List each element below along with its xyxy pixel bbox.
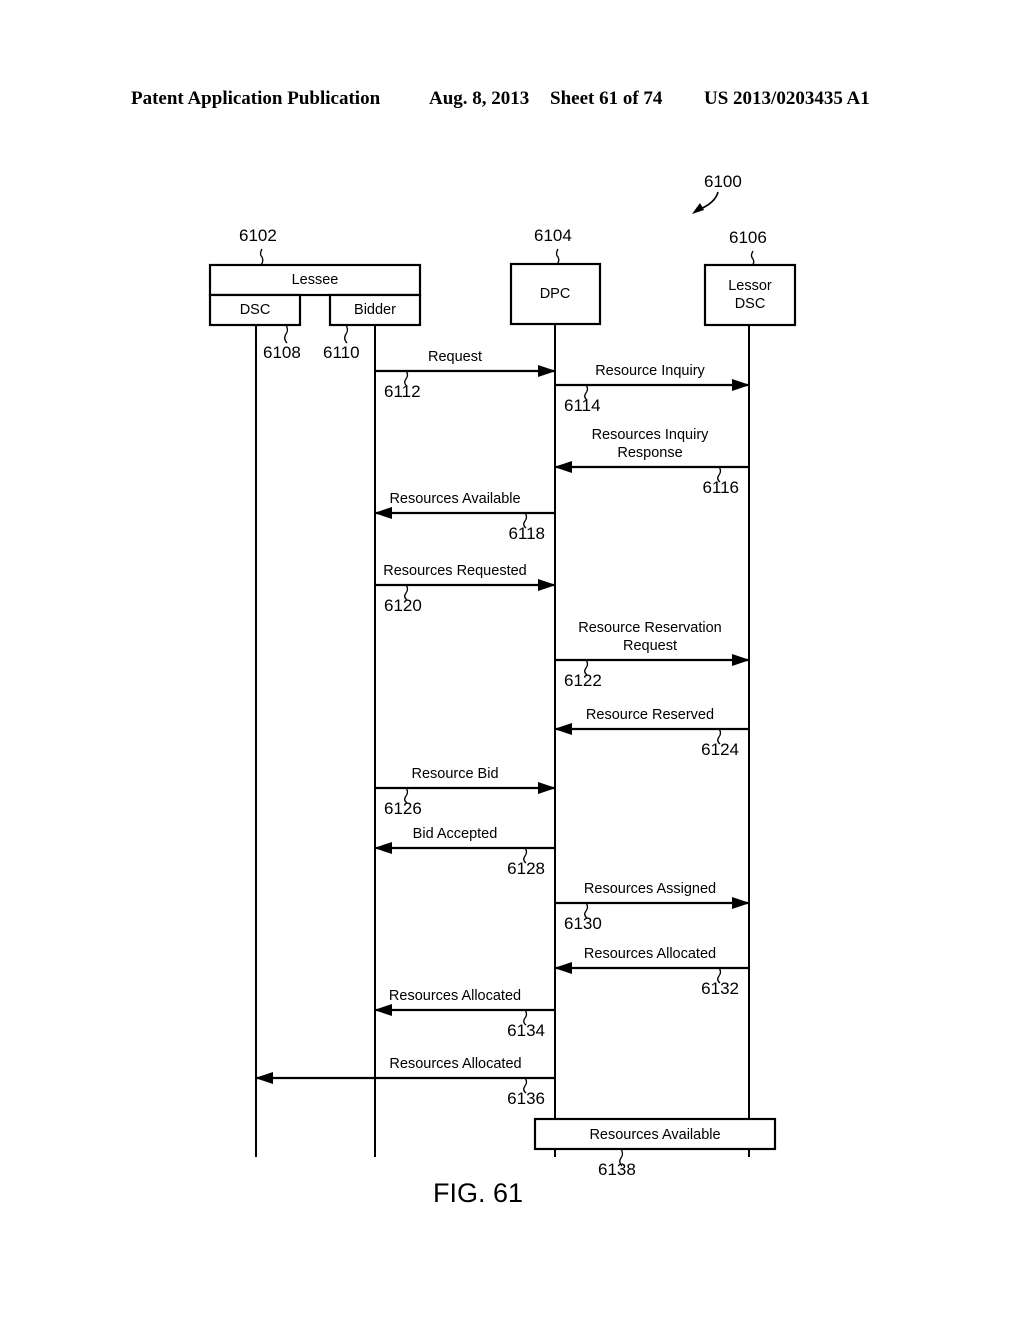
message-ref-label: 6126: [384, 799, 422, 818]
message-label: Resource Reserved: [586, 707, 714, 723]
bidder-ref-squiggle: [344, 324, 349, 344]
dpc-ref-squiggle: [555, 248, 560, 265]
message-6126: Resource Bid 6126: [375, 766, 556, 818]
message-label: Resources Allocated: [389, 1056, 521, 1072]
message-6132: Resources Allocated 6132: [554, 946, 749, 998]
lessee-box-label: Lessee: [292, 272, 339, 288]
message-label: Resources Available: [389, 491, 520, 507]
message-ref-label: 6124: [701, 740, 739, 759]
message-label: Resources Inquiry: [592, 427, 710, 443]
message-6134: Resources Allocated 6134: [374, 988, 555, 1040]
message-ref-label: 6136: [507, 1089, 545, 1108]
message-6112: Request 6112: [375, 349, 556, 401]
message-label: Resource Inquiry: [595, 363, 705, 379]
message-6122: Resource Reservation Request 6122: [555, 620, 750, 690]
final-state-ref-label: 6138: [598, 1160, 636, 1179]
messages: Request 6112 Resource Inquiry 6114 Resources…: [255, 349, 750, 1108]
message-label: Resource Bid: [411, 766, 498, 782]
message-6118: Resources Available 6118: [374, 491, 555, 543]
message-label: Resources Assigned: [584, 881, 716, 897]
sequence-diagram: 6100 6102 Lessee DSC Bidder 6108 6110 61…: [208, 172, 797, 1208]
lessor-box-label-line1: Lessor: [728, 278, 772, 294]
message-6136: Resources Allocated 6136: [255, 1056, 555, 1108]
message-label: Resources Allocated: [389, 988, 521, 1004]
message-label: Resources Requested: [383, 563, 526, 579]
final-state: Resources Available 6138: [533, 1117, 777, 1179]
message-6114: Resource Inquiry 6114: [555, 363, 750, 415]
message-ref-label: 6122: [564, 671, 602, 690]
resources-available-label: Resources Available: [589, 1127, 720, 1143]
lessee-ref-label: 6102: [239, 226, 277, 245]
dsc-ref-label: 6108: [263, 343, 301, 362]
message-ref-label: 6114: [564, 396, 601, 415]
dsc-ref-squiggle: [284, 324, 289, 344]
message-label: Resources Allocated: [584, 946, 716, 962]
figure-label: FIG. 61: [433, 1178, 523, 1208]
message-6130: Resources Assigned 6130: [555, 881, 750, 933]
message-6124: Resource Reserved 6124: [554, 707, 749, 759]
lessee-group: 6102 Lessee DSC Bidder 6108 6110: [208, 226, 422, 362]
lessor-participant: 6106 Lessor DSC: [703, 228, 797, 327]
message-ref-label: 6132: [701, 979, 739, 998]
message-label: Resource Reservation: [578, 620, 721, 636]
message-6116: Resources Inquiry Response 6116: [554, 427, 749, 497]
message-label: Response: [617, 445, 682, 461]
lessor-ref-label: 6106: [729, 228, 767, 247]
message-label: Request: [428, 349, 482, 365]
message-ref-label: 6112: [384, 382, 421, 401]
message-ref-label: 6134: [507, 1021, 545, 1040]
figure-ref-arrow-icon: [692, 203, 704, 214]
figure-ref-group: 6100: [692, 172, 742, 214]
figure-ref-label: 6100: [704, 172, 742, 191]
bidder-ref-label: 6110: [323, 343, 360, 362]
lessee-ref-squiggle: [259, 248, 264, 266]
message-ref-label: 6130: [564, 914, 602, 933]
message-label: Bid Accepted: [413, 826, 498, 842]
dpc-participant: 6104 DPC: [509, 226, 602, 326]
message-ref-label: 6128: [507, 859, 545, 878]
message-ref-label: 6116: [702, 478, 739, 497]
message-ref-label: 6120: [384, 596, 422, 615]
message-ref-label: 6118: [508, 524, 545, 543]
message-6120: Resources Requested 6120: [375, 563, 556, 615]
message-label: Request: [623, 638, 677, 654]
lessor-box-label-line2: DSC: [735, 296, 766, 312]
bidder-box-label: Bidder: [354, 302, 396, 318]
message-6128: Bid Accepted 6128: [374, 826, 555, 878]
dpc-ref-label: 6104: [534, 226, 572, 245]
lessor-box: [703, 263, 797, 327]
dpc-box-label: DPC: [540, 286, 571, 302]
lessor-ref-squiggle: [750, 250, 755, 266]
dsc-box-label: DSC: [240, 302, 271, 318]
